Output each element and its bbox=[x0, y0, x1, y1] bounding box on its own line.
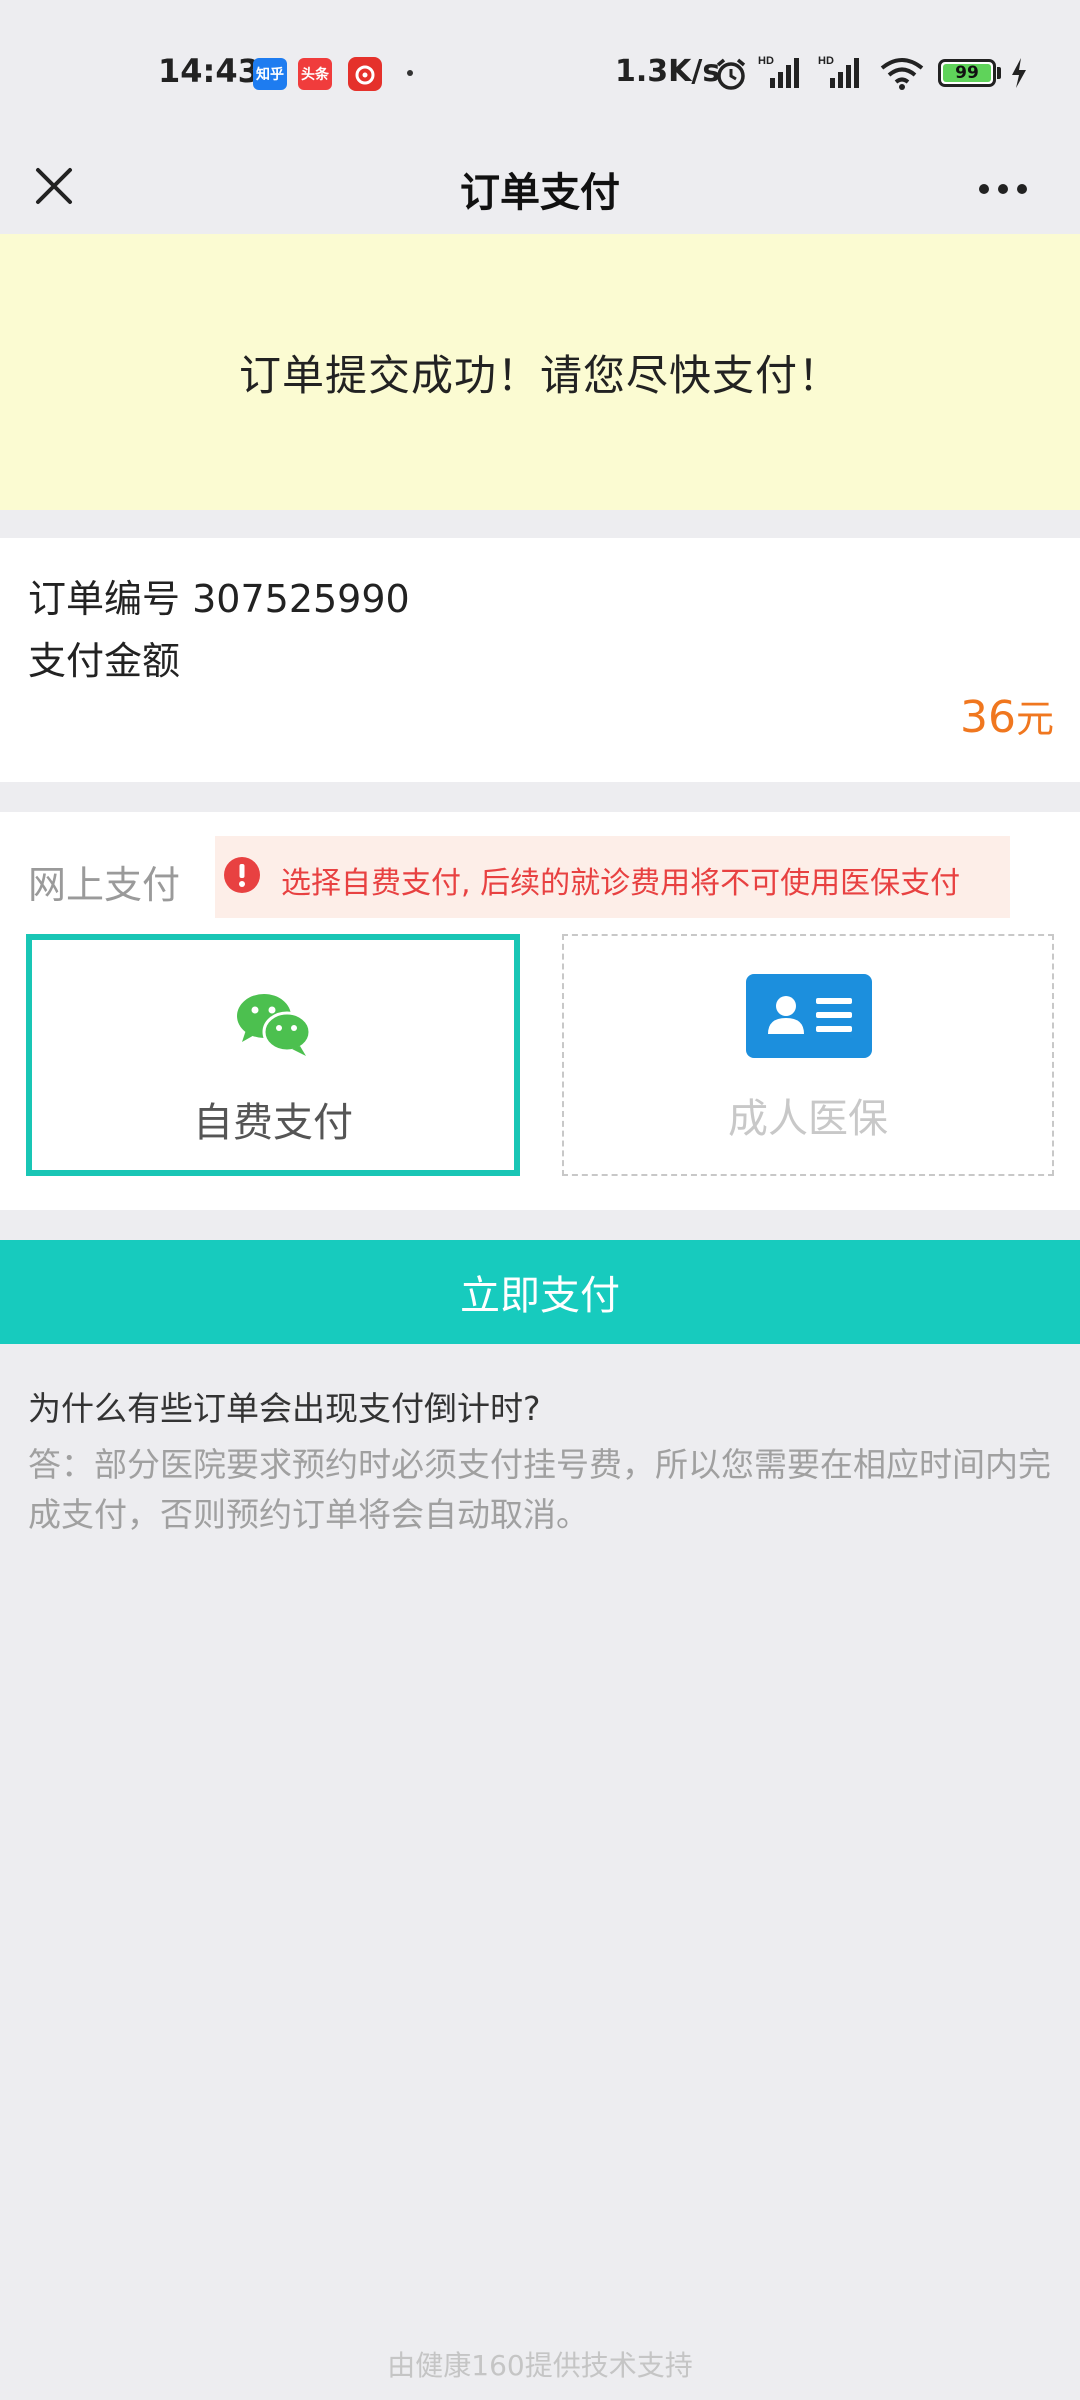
payment-card: 网上支付 选择自费支付, 后续的就诊费用将不可使用医保支付 自费支付 成人医保 bbox=[0, 812, 1080, 1210]
zhihu-app-icon: 知乎 bbox=[253, 58, 287, 90]
order-number-value: 307525990 bbox=[192, 577, 410, 621]
nav-bar: 订单支付 bbox=[0, 140, 1080, 234]
online-payment-label: 网上支付 bbox=[28, 863, 181, 907]
battery-icon: 99 bbox=[938, 59, 996, 87]
battery-tip bbox=[997, 67, 1001, 79]
order-amount: 36元 bbox=[960, 688, 1054, 743]
self-pay-option[interactable]: 自费支付 bbox=[26, 934, 520, 1176]
charging-icon bbox=[1010, 58, 1028, 92]
warning-icon bbox=[223, 856, 261, 894]
signal-icon-2: HD bbox=[818, 54, 866, 94]
svg-text:HD: HD bbox=[758, 55, 774, 67]
order-amount-unit: 元 bbox=[1015, 697, 1054, 741]
wifi-icon bbox=[880, 56, 924, 94]
success-banner: 订单提交成功！请您尽快支付！ bbox=[0, 234, 1080, 510]
page-title: 订单支付 bbox=[460, 170, 620, 216]
faq-answer: 答：部分医院要求预约时必须支付挂号费，所以您需要在相应时间内完成支付，否则预约订… bbox=[28, 1445, 1051, 1534]
order-info-card: 订单编号 307525990 支付金额 36元 bbox=[0, 538, 1080, 782]
netease-music-icon bbox=[348, 57, 382, 95]
order-number-row: 订单编号 307525990 bbox=[28, 568, 410, 623]
adult-insurance-label: 成人医保 bbox=[728, 1096, 888, 1142]
notification-dot bbox=[407, 70, 413, 76]
adult-insurance-option[interactable]: 成人医保 bbox=[562, 934, 1054, 1176]
battery-level: 99 bbox=[943, 63, 991, 83]
order-amount-label: 支付金额 bbox=[28, 639, 181, 683]
order-number-label: 订单编号 bbox=[28, 577, 181, 621]
status-time: 14:43 bbox=[158, 52, 260, 90]
more-icon[interactable] bbox=[975, 162, 1035, 210]
status-bar: 14:43 知乎 头条 1.3K/s HD HD 99 bbox=[0, 0, 1080, 140]
order-amount-value: 36 bbox=[959, 692, 1016, 743]
self-pay-label: 自费支付 bbox=[193, 1100, 353, 1146]
toutiao-app-icon: 头条 bbox=[298, 58, 332, 90]
pay-now-button[interactable]: 立即支付 bbox=[0, 1240, 1080, 1344]
wechat-icon bbox=[234, 990, 314, 1062]
faq-question: 为什么有些订单会出现支付倒计时? bbox=[28, 1389, 541, 1428]
alarm-icon bbox=[713, 56, 749, 96]
warning-text: 选择自费支付, 后续的就诊费用将不可使用医保支付 bbox=[281, 866, 961, 901]
signal-icon: HD bbox=[758, 54, 806, 94]
banner-message: 订单提交成功！请您尽快支付！ bbox=[238, 350, 841, 400]
svg-text:HD: HD bbox=[818, 55, 834, 67]
footer-credit: 由健康160提供技术支持 bbox=[387, 2349, 693, 2382]
id-card-icon bbox=[746, 974, 872, 1062]
payment-warning: 选择自费支付, 后续的就诊费用将不可使用医保支付 bbox=[215, 836, 1010, 918]
net-speed: 1.3K/s bbox=[615, 54, 721, 89]
